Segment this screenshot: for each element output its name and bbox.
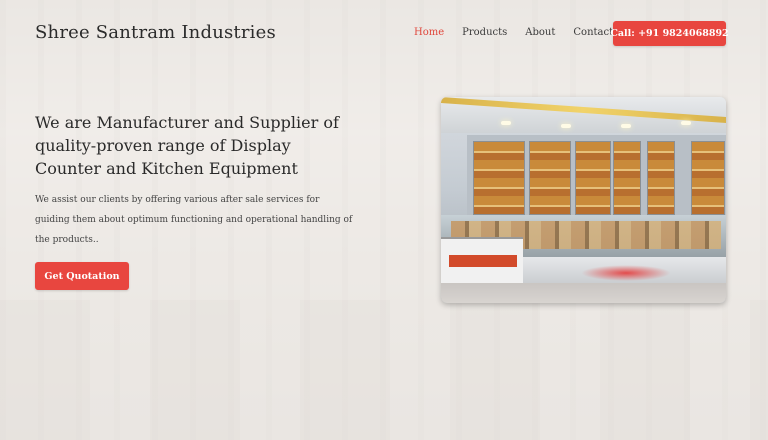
hero-description: We assist our clients by offering variou… (35, 195, 353, 245)
get-quotation-button[interactable]: Get Quotation (35, 262, 129, 290)
nav-about[interactable]: About (525, 27, 555, 38)
hero-title: We are Manufacturer and Supplier of qual… (35, 113, 339, 178)
photo-floor (441, 283, 726, 303)
main-nav: Home Products About Contact (414, 27, 631, 38)
photo-ceiling-light (561, 124, 571, 128)
photo-shelf (529, 141, 571, 215)
nav-home[interactable]: Home (414, 27, 444, 38)
photo-shelf (647, 141, 675, 215)
page: Shree Santram Industries Home Products A… (0, 0, 768, 440)
header: Shree Santram Industries Home Products A… (0, 0, 768, 68)
photo-ceiling-light (681, 121, 691, 125)
display-counter-photo (441, 97, 726, 303)
nav-products[interactable]: Products (462, 27, 507, 38)
call-button[interactable]: Call: +91 9824068892 (610, 21, 729, 46)
photo-red-stripe (449, 255, 517, 267)
photo-shelf (575, 141, 611, 215)
photo-shelf (473, 141, 525, 215)
nav-contact[interactable]: Contact (573, 27, 613, 38)
brand-logo-text[interactable]: Shree Santram Industries (35, 22, 276, 43)
photo-shelf (613, 141, 641, 215)
photo-ceiling-light (621, 124, 631, 128)
photo-red-glow (581, 265, 671, 281)
photo-ceiling-light (501, 121, 511, 125)
photo-shelf (691, 141, 725, 215)
